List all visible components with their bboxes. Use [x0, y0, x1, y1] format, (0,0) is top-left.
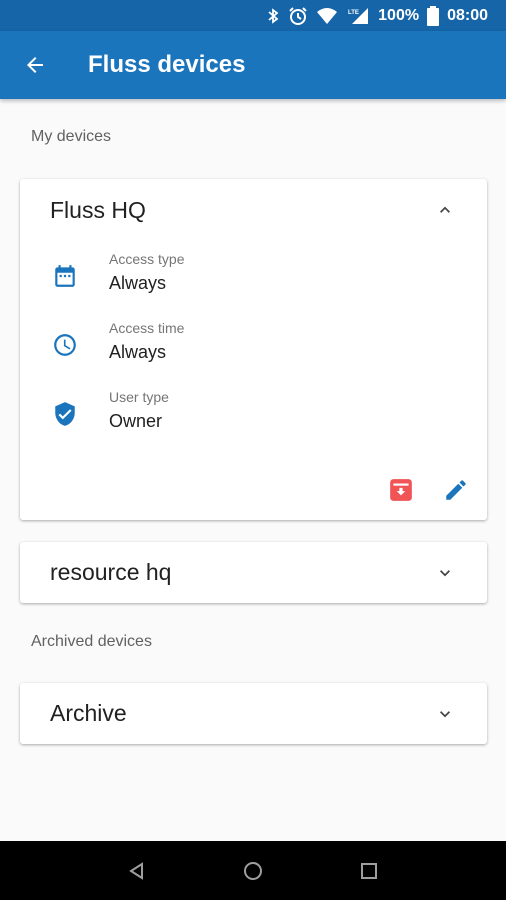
my-devices-label: My devices: [31, 128, 112, 145]
detail-row-access-time: Access time Always: [20, 320, 487, 380]
calendar-icon: [55, 265, 75, 287]
cell-signal-icon: LTE: [348, 7, 369, 24]
device-card-fluss-hq: Fluss HQ Access type Always Access time …: [20, 179, 487, 520]
back-button[interactable]: [0, 31, 70, 99]
chevron-down-icon: [440, 710, 450, 717]
system-nav-bar: [0, 841, 506, 900]
device-card-header[interactable]: Archive: [20, 683, 487, 744]
network-label: LTE: [348, 10, 359, 16]
nav-home-icon[interactable]: [242, 860, 264, 882]
detail-row-access-type: Access type Always: [20, 251, 487, 311]
expand-button[interactable]: [433, 702, 457, 726]
detail-row-user-type: User type Owner: [20, 389, 487, 449]
nav-back-icon[interactable]: [127, 861, 147, 881]
detail-label: User type: [109, 389, 169, 405]
archive-button[interactable]: [384, 473, 418, 507]
nav-recents-icon[interactable]: [359, 861, 379, 881]
clock-icon: [54, 334, 76, 356]
detail-label: Access type: [109, 251, 185, 267]
collapse-button[interactable]: [433, 198, 457, 222]
edit-button[interactable]: [439, 473, 473, 507]
shield-check-icon: [55, 402, 75, 426]
expand-button[interactable]: [433, 561, 457, 585]
battery-percent: 100%: [378, 6, 420, 24]
chevron-down-icon: [440, 569, 450, 576]
device-card-archive[interactable]: Archive: [20, 683, 487, 744]
detail-value: Always: [109, 273, 167, 293]
detail-label: Access time: [109, 320, 185, 336]
detail-value: Always: [109, 342, 167, 362]
edit-icon: [446, 480, 466, 500]
clock-time: 08:00: [447, 6, 488, 24]
archived-devices-label: Archived devices: [31, 633, 152, 650]
bluetooth-icon: [268, 7, 279, 24]
device-card-header[interactable]: resource hq: [20, 542, 487, 603]
device-name: Fluss HQ: [50, 196, 146, 223]
battery-icon: [427, 5, 440, 26]
arrow-back-icon: [27, 57, 43, 73]
wifi-icon: [317, 7, 338, 24]
chevron-up-icon: [440, 206, 450, 213]
device-name: resource hq: [50, 559, 172, 585]
app-bar: Fluss devices: [0, 31, 506, 99]
device-card-resource-hq[interactable]: resource hq: [20, 542, 487, 603]
device-card-header[interactable]: Fluss HQ: [20, 179, 487, 241]
alarm-icon: [289, 6, 307, 25]
archive-icon: [390, 479, 412, 501]
page-title: Fluss devices: [88, 51, 246, 78]
device-name: Archive: [50, 700, 127, 726]
detail-value: Owner: [109, 411, 163, 431]
status-bar: LTE 100% 08:00: [0, 0, 506, 31]
